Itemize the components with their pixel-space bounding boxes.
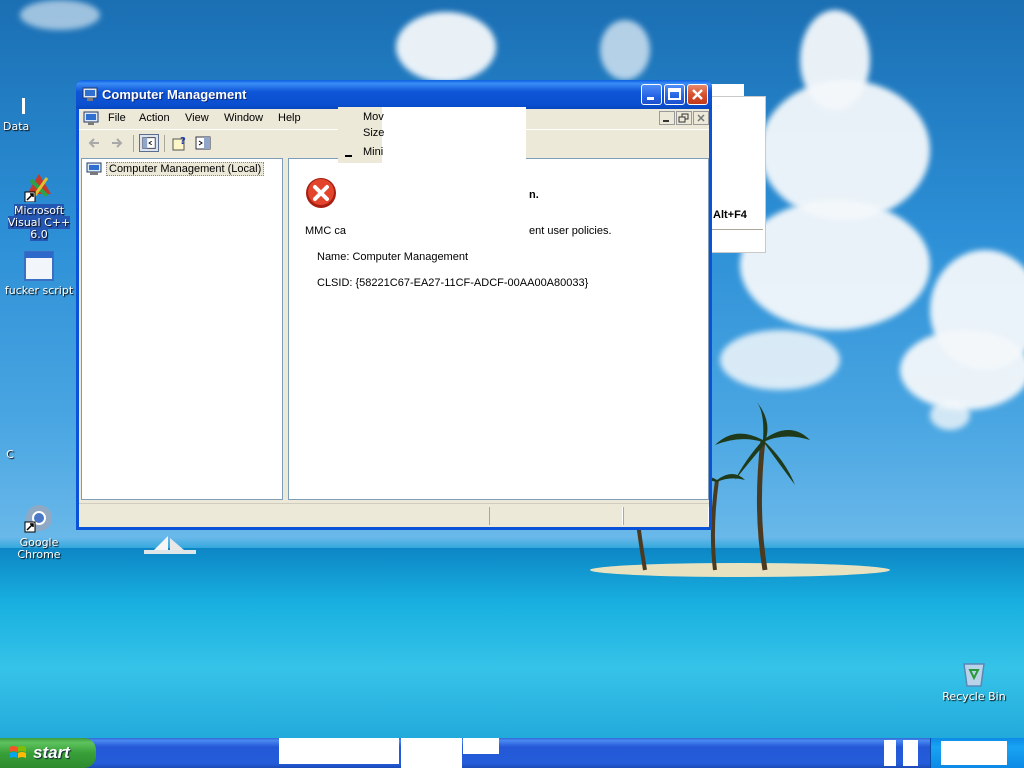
- desktop-icon-label: C: [6, 448, 14, 461]
- ghost-window: Alt+F4: [706, 96, 766, 253]
- desktop-icon-label: Recycle Bin: [942, 690, 1006, 703]
- forward-arrow-icon[interactable]: [107, 134, 127, 152]
- system-menu-minimize[interactable]: Mini: [363, 146, 383, 158]
- computer-icon: [86, 162, 102, 175]
- start-button[interactable]: start: [0, 738, 96, 768]
- details-pane: n. MMC ca ent user policies. Name: Compu…: [288, 158, 709, 500]
- desktop-icon-data[interactable]: Data: [0, 96, 78, 133]
- windows-flag-icon: [10, 746, 26, 758]
- desktop-icon-recycle-bin[interactable]: Recycle Bin: [935, 656, 1013, 703]
- data-icon: [20, 96, 28, 116]
- system-tray: [930, 738, 1024, 768]
- show-hide-action-pane-icon[interactable]: [193, 134, 213, 152]
- ghost-shortcut-label: Alt+F4: [713, 209, 747, 221]
- window-title: Computer Management: [102, 87, 247, 102]
- desktop-icon-label: Google Chrome: [17, 536, 61, 561]
- status-bar: [79, 503, 709, 527]
- svg-text:?: ?: [180, 136, 186, 147]
- toolbar-separator: [133, 135, 134, 152]
- restore-icon: [678, 113, 689, 123]
- error-title-fragment: n.: [529, 189, 539, 201]
- menu-action[interactable]: Action: [139, 112, 170, 124]
- error-name-line: Name: Computer Management: [317, 251, 469, 263]
- close-button[interactable]: [687, 84, 708, 105]
- close-icon: [692, 89, 703, 100]
- error-icon: [306, 178, 336, 208]
- desktop-icon-visual-cpp[interactable]: Microsoft Visual C++ 6.0: [0, 170, 78, 241]
- tree-item-label: Computer Management (Local): [106, 162, 265, 176]
- desktop-icon-c[interactable]: C: [0, 449, 20, 461]
- taskbar-ghost-block: [401, 738, 462, 768]
- tree-item-computer-management-local[interactable]: Computer Management (Local): [86, 162, 265, 178]
- error-line-left: MMC ca: [305, 225, 346, 237]
- desktop-icon-label: Microsoft Visual C++ 6.0: [7, 204, 71, 241]
- chrome-icon: [23, 502, 55, 534]
- desktop-icon-label: fucker script: [4, 284, 74, 297]
- desktop-icon-script[interactable]: fucker script: [0, 250, 78, 297]
- maximize-button[interactable]: [664, 84, 685, 105]
- recycle-bin-icon: [958, 656, 990, 688]
- show-hide-console-tree-icon[interactable]: [139, 134, 159, 152]
- taskbar: start: [0, 738, 1024, 768]
- error-clsid-line: CLSID: {58221C67-EA27-11CF-ADCF-00AA00A8…: [317, 277, 589, 289]
- visual-cpp-icon: [23, 170, 55, 203]
- mdi-close-button[interactable]: [693, 111, 709, 125]
- taskbar-ghost-block: [903, 740, 918, 766]
- sea: [0, 548, 1024, 768]
- menu-file[interactable]: File: [108, 112, 126, 124]
- taskbar-ghost-block: [884, 740, 896, 766]
- mdi-minimize-button[interactable]: [659, 111, 675, 125]
- menu-view[interactable]: View: [185, 112, 209, 124]
- menu-window[interactable]: Window: [224, 112, 263, 124]
- taskbar-ghost-block: [463, 738, 499, 754]
- desktop-icon-chrome[interactable]: Google Chrome: [0, 502, 78, 561]
- error-line-right: ent user policies.: [529, 225, 612, 237]
- back-arrow-icon[interactable]: [85, 134, 105, 152]
- taskbar-ghost-block: [279, 738, 399, 764]
- mmc-document-icon[interactable]: [83, 111, 99, 126]
- minimize-glyph: [345, 155, 352, 157]
- system-menu-remnant: Mov Size Mini: [338, 107, 526, 163]
- status-cell: [623, 507, 709, 525]
- title-bar[interactable]: Computer Management: [76, 80, 712, 109]
- maximize-icon: [668, 88, 681, 100]
- toolbar-separator: [164, 135, 165, 152]
- desktop-icon-label: Data: [3, 120, 30, 133]
- computer-management-icon: [82, 87, 98, 101]
- console-tree-pane[interactable]: Computer Management (Local): [81, 158, 283, 500]
- menu-help[interactable]: Help: [278, 112, 301, 124]
- script-icon: [23, 250, 55, 282]
- close-icon: [697, 114, 705, 122]
- ghost-separator: [709, 229, 763, 230]
- help-icon[interactable]: ?: [170, 134, 190, 152]
- minimize-icon: [663, 120, 669, 122]
- system-menu-size[interactable]: Size: [363, 127, 384, 139]
- tray-ghost-block: [941, 741, 1007, 765]
- minimize-button[interactable]: [641, 84, 662, 105]
- system-menu-move[interactable]: Mov: [363, 111, 384, 123]
- minimize-icon: [647, 97, 654, 100]
- status-cell: [489, 507, 623, 525]
- mdi-restore-button[interactable]: [676, 111, 692, 125]
- start-label: start: [33, 743, 70, 762]
- sailboat: [144, 536, 196, 554]
